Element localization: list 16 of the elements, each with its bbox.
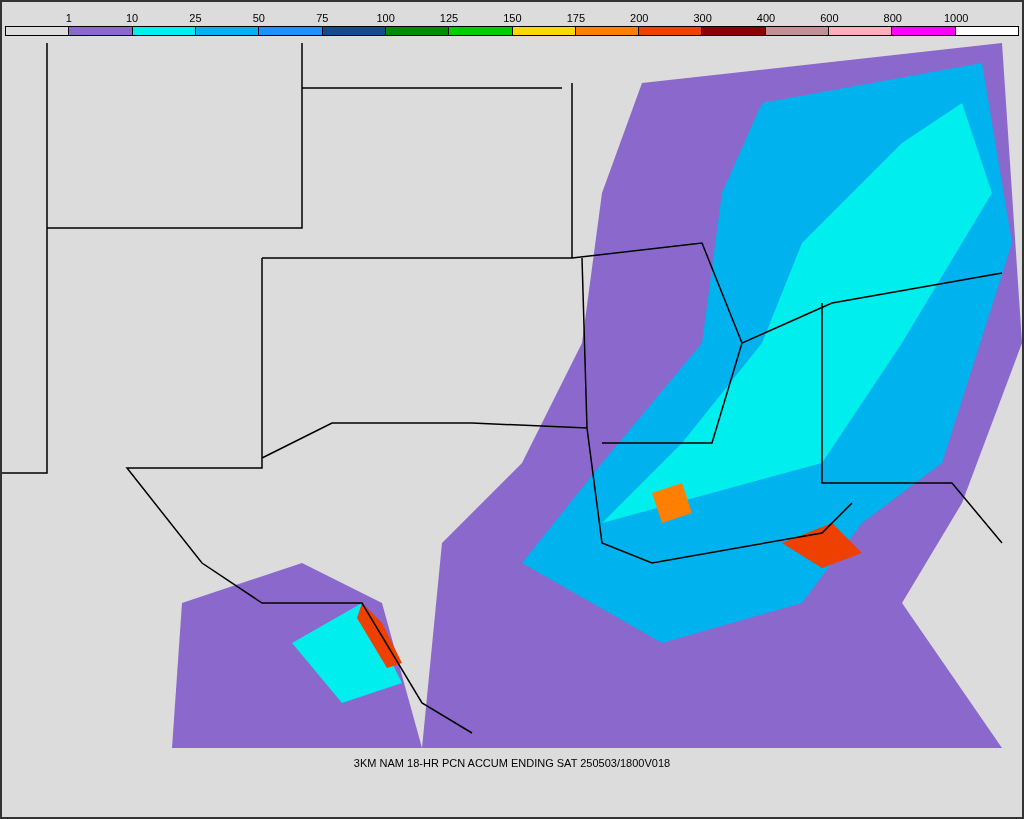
- legend-label: 75: [315, 12, 330, 24]
- legend-label: 800: [882, 12, 903, 24]
- legend-label: 175: [565, 12, 586, 24]
- legend-label: 100: [375, 12, 396, 24]
- legend-label: 200: [629, 12, 650, 24]
- legend-label: 1: [64, 12, 73, 24]
- legend-label: 25: [188, 12, 203, 24]
- map-caption: 3KM NAM 18-HR PCN ACCUM ENDING SAT 250503/1800V018: [352, 756, 672, 771]
- legend-label: 50: [251, 12, 266, 24]
- legend-label: 150: [502, 12, 523, 24]
- legend-label: 125: [438, 12, 460, 24]
- legend-label: 400: [755, 12, 777, 24]
- legend-label: 300: [692, 12, 713, 24]
- legend-label: 10: [124, 12, 140, 24]
- legend-label: 1000: [942, 12, 970, 24]
- legend-label: 600: [819, 12, 840, 24]
